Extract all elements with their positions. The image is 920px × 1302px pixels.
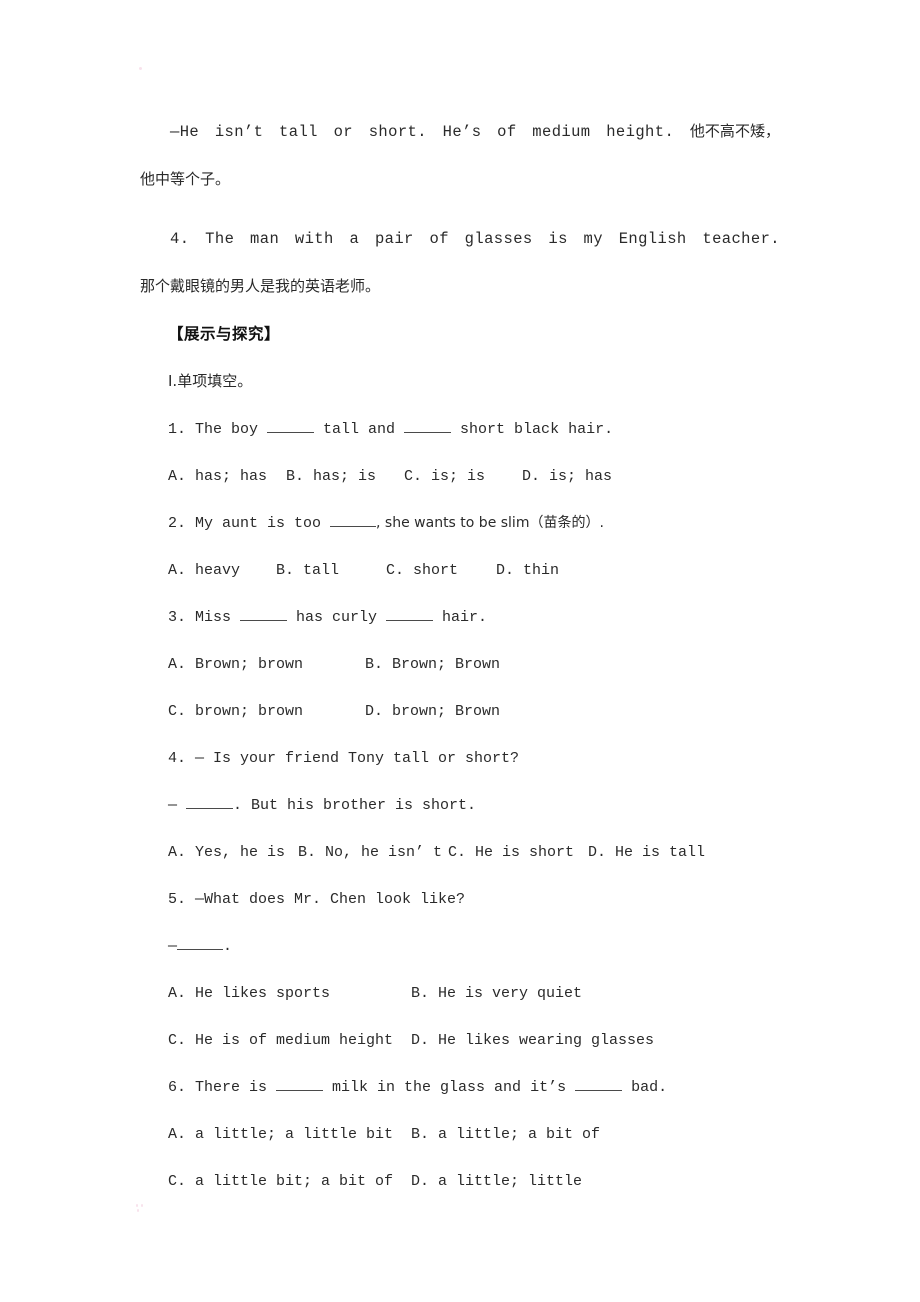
option-b[interactable]: B. a little; a bit of bbox=[411, 1111, 600, 1158]
question-stem-part: 6. There is bbox=[168, 1079, 277, 1096]
scan-speck-icon bbox=[137, 1209, 139, 1212]
paragraph-chinese-text: 那个戴眼镜的男人是我的英语老师。 bbox=[140, 277, 381, 295]
section-subheading: Ⅰ.单项填空。 bbox=[140, 358, 780, 406]
option-c[interactable]: C. is; is bbox=[404, 453, 522, 500]
option-b[interactable]: B. He is very quiet bbox=[411, 970, 582, 1017]
option-a[interactable]: A. a little; a little bit bbox=[168, 1111, 411, 1158]
question-stem-part: tall and bbox=[314, 421, 405, 438]
document-page: —He isn’t tall or short. He’s of medium … bbox=[0, 0, 920, 1302]
question-reply-line: —. bbox=[140, 923, 780, 970]
answer-blank[interactable] bbox=[186, 808, 234, 809]
option-c[interactable]: C. brown; brown bbox=[168, 688, 365, 735]
answer-blank[interactable] bbox=[330, 526, 377, 527]
scan-speck-icon bbox=[139, 67, 142, 70]
option-d[interactable]: D. He is tall bbox=[588, 829, 705, 876]
question-reply-part: — bbox=[168, 797, 187, 814]
question-stem-part: bad. bbox=[622, 1079, 668, 1096]
document-content: —He isn’t tall or short. He’s of medium … bbox=[140, 108, 780, 1205]
question-stem: 1. The boy tall and short black hair. bbox=[140, 406, 780, 453]
section-heading: 【展示与探究】 bbox=[168, 325, 281, 343]
question-stem-part: milk in the glass and it’s bbox=[323, 1079, 576, 1096]
paragraph-english-text: 4. The man with a pair of glasses is my … bbox=[170, 230, 780, 248]
answer-blank[interactable] bbox=[575, 1090, 623, 1091]
question-stem-part: has curly bbox=[287, 609, 387, 626]
question-stem-part: short black hair. bbox=[451, 421, 614, 438]
question-stem-part: 1. The boy bbox=[168, 421, 268, 438]
paragraph-answer-medium-height: —He isn’t tall or short. He’s of medium … bbox=[140, 108, 780, 204]
option-b[interactable]: B. Brown; Brown bbox=[365, 641, 500, 688]
option-d[interactable]: D. thin bbox=[496, 547, 559, 594]
paragraph-sentence-4-glasses: 4. The man with a pair of glasses is my … bbox=[140, 216, 780, 311]
question-stem: 4. — Is your friend Tony tall or short? bbox=[168, 750, 520, 767]
option-row: A. has; has B. has; is C. is; is D. is; has bbox=[140, 453, 780, 500]
question-stem-part: , she wants to be slim（苗条的）. bbox=[376, 515, 604, 531]
option-row: A. heavy B. tall C. short D. thin bbox=[140, 547, 780, 594]
option-row: A. a little; a little bit B. a little; a … bbox=[140, 1111, 780, 1158]
question-reply-part: . bbox=[223, 938, 233, 955]
question-stem: 5. —What does Mr. Chen look like? bbox=[168, 891, 466, 908]
option-c[interactable]: C. a little bit; a bit of bbox=[168, 1158, 411, 1205]
option-a[interactable]: A. heavy bbox=[168, 547, 276, 594]
option-c[interactable]: C. He is short bbox=[448, 829, 588, 876]
question-stem: 3. Miss has curly hair. bbox=[140, 594, 780, 641]
option-a[interactable]: A. Yes, he is bbox=[168, 829, 298, 876]
option-b[interactable]: B. No, he isn’ t bbox=[298, 829, 448, 876]
option-d[interactable]: D. is; has bbox=[522, 453, 612, 500]
scan-speck-icon bbox=[136, 1204, 138, 1207]
question-stem-part: hair. bbox=[433, 609, 488, 626]
option-row: C. a little bit; a bit of D. a little; li… bbox=[140, 1158, 780, 1205]
question-stem: 2. My aunt is too , she wants to be slim… bbox=[140, 500, 780, 547]
option-a[interactable]: A. He likes sports bbox=[168, 970, 411, 1017]
answer-blank[interactable] bbox=[177, 949, 224, 950]
option-row: A. Brown; brown B. Brown; Brown bbox=[140, 641, 780, 688]
section-subheading-text: Ⅰ.单项填空。 bbox=[168, 372, 253, 390]
question-stem-part: 2. My aunt is too bbox=[168, 515, 331, 532]
option-a[interactable]: A. has; has bbox=[168, 453, 286, 500]
option-b[interactable]: B. tall bbox=[276, 547, 386, 594]
option-row: A. Yes, he is B. No, he isn’ t C. He is sh… bbox=[140, 829, 780, 876]
question-reply-part: — bbox=[168, 938, 178, 955]
question-reply-line: — . But his brother is short. bbox=[140, 782, 780, 829]
option-row: C. brown; brown D. brown; Brown bbox=[140, 688, 780, 735]
option-d[interactable]: D. brown; Brown bbox=[365, 688, 500, 735]
option-c[interactable]: C. short bbox=[386, 547, 496, 594]
option-c[interactable]: C. He is of medium height bbox=[168, 1017, 411, 1064]
question-stem: 6. There is milk in the glass and it’s b… bbox=[140, 1064, 780, 1111]
answer-blank[interactable] bbox=[267, 432, 315, 433]
option-b[interactable]: B. has; is bbox=[286, 453, 404, 500]
paragraph-english-text: —He isn’t tall or short. He’s of medium … bbox=[170, 123, 690, 141]
answer-blank[interactable] bbox=[276, 1090, 324, 1091]
option-d[interactable]: D. a little; little bbox=[411, 1158, 582, 1205]
answer-blank[interactable] bbox=[404, 432, 452, 433]
option-a[interactable]: A. Brown; brown bbox=[168, 641, 365, 688]
answer-blank[interactable] bbox=[240, 620, 288, 621]
question-reply-part: . But his brother is short. bbox=[233, 797, 477, 814]
option-row: C. He is of medium height D. He likes wea… bbox=[140, 1017, 780, 1064]
option-d[interactable]: D. He likes wearing glasses bbox=[411, 1017, 654, 1064]
answer-blank[interactable] bbox=[386, 620, 434, 621]
option-row: A. He likes sports B. He is very quiet bbox=[140, 970, 780, 1017]
question-stem-part: 3. Miss bbox=[168, 609, 241, 626]
